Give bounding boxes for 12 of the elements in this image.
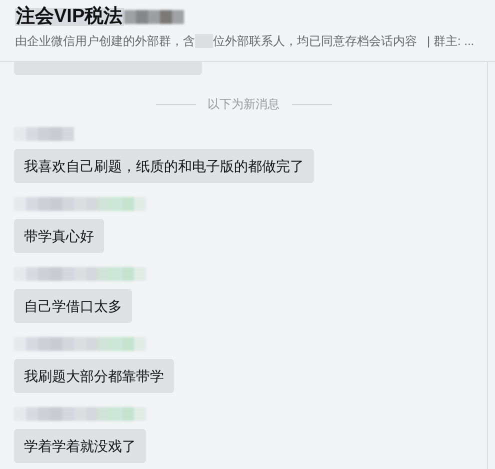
new-messages-divider: 以下为新消息 (208, 96, 280, 113)
message-bubble: 我刷题大部分都靠带学 (14, 359, 174, 393)
group-description: 位外部联系人，均已同意存档会话内容 (213, 33, 417, 50)
group-owner: | 群主: ... (427, 33, 474, 50)
message-bubble: 自己学借口太多 (14, 289, 132, 323)
group-description: 由企业微信用户创建的外部群，含 (15, 33, 195, 50)
group-title: 注会VIP税法 (15, 8, 124, 26)
message-bubble: 学着学着就没戏了 (14, 429, 146, 463)
redacted-name-drawing (14, 127, 74, 141)
redacted-name-drawing (124, 10, 184, 24)
message-bubble: 我喜欢自己刷题，纸质的和电子版的都做完了 (14, 149, 314, 183)
message-bubble: 带学真心好 (14, 219, 104, 253)
